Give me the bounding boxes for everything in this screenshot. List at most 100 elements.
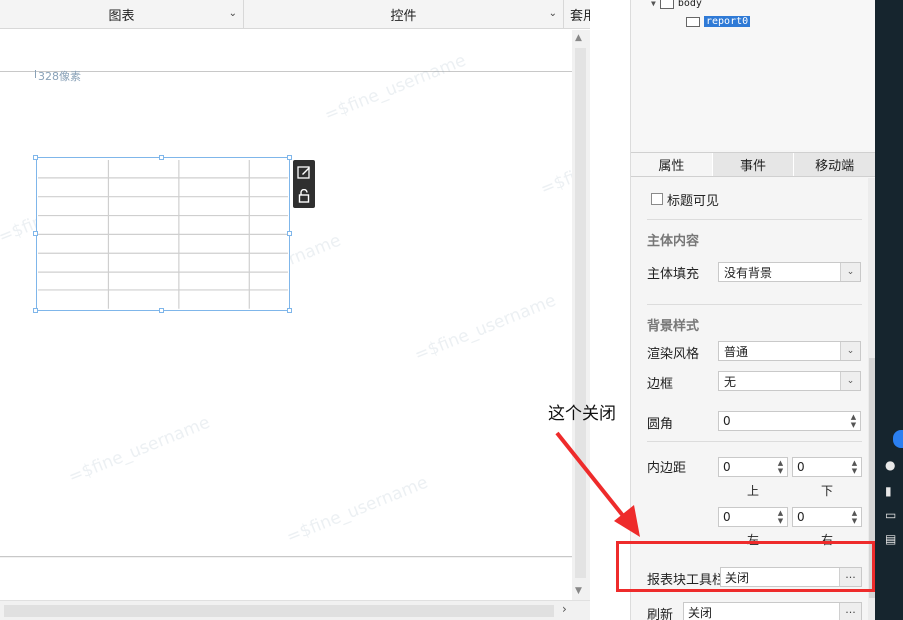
app-icon[interactable]: [893, 430, 903, 448]
resize-handle[interactable]: [33, 155, 38, 160]
chevron-down-icon: ⌄: [228, 8, 237, 19]
tab-mobile-label: 移动端: [815, 159, 855, 174]
border-label: 边框: [647, 377, 674, 392]
tree-node-report0-label: report0: [704, 16, 751, 27]
tab-properties[interactable]: 属性: [631, 153, 713, 176]
divider: [647, 304, 862, 305]
tree-node-body[interactable]: ▼ body: [651, 0, 702, 9]
scroll-down-icon[interactable]: ▼: [575, 586, 582, 596]
unlock-icon[interactable]: [293, 184, 315, 208]
refresh-label: 刷新: [647, 608, 674, 620]
widget-tree: ▼ body report0: [631, 0, 876, 150]
system-taskbar: ● ▮ ▭ ▤: [875, 0, 903, 620]
tree-node-report0[interactable]: report0: [686, 16, 751, 27]
tab-events-label: 事件: [740, 159, 767, 174]
resize-handle[interactable]: [287, 231, 292, 236]
padding-bottom-value: 0: [797, 460, 805, 474]
padding-label: 内边距: [647, 461, 687, 476]
main-fill-value: 没有背景: [724, 265, 773, 280]
report-block[interactable]: [36, 157, 290, 311]
tree-node-body-label: body: [677, 0, 702, 9]
collapse-icon: ▼: [651, 0, 656, 8]
padding-left-spinner[interactable]: 0 ▲ ▼: [718, 507, 788, 527]
scrollbar-thumb[interactable]: [4, 605, 554, 617]
canvas-bottom-area: [0, 558, 572, 600]
widget-toolbar: [293, 160, 315, 208]
resize-handle[interactable]: [33, 231, 38, 236]
chevron-down-icon: ⌄: [548, 8, 557, 19]
padding-top-value: 0: [723, 460, 731, 474]
render-style-label: 渲染风格: [647, 347, 700, 362]
resize-handle[interactable]: [159, 155, 164, 160]
annotation-highlight-box: [616, 541, 875, 592]
size-ruler-tick: [35, 70, 36, 78]
canvas-top-area: [0, 30, 572, 71]
annotation-text: 这个关闭: [548, 404, 616, 424]
padding-top-label: 上: [747, 484, 760, 498]
bg-style-title: 背景样式: [647, 319, 700, 334]
tab-chart-label: 图表: [108, 9, 135, 24]
device-icon[interactable]: ▮: [885, 484, 892, 498]
main-content-title: 主体内容: [647, 234, 700, 249]
spinner-arrows-icon[interactable]: ▲ ▼: [775, 509, 786, 525]
title-visible-label: 标题可见: [667, 194, 720, 209]
edit-icon[interactable]: [293, 160, 315, 184]
report-grid: [38, 160, 288, 309]
divider: [647, 441, 862, 442]
canvas-vertical-scrollbar[interactable]: ▲ ▼: [572, 30, 590, 600]
divider: [647, 219, 862, 220]
chevron-down-icon[interactable]: ⌄: [840, 263, 860, 281]
main-fill-label: 主体填充: [647, 267, 700, 282]
padding-right-spinner[interactable]: 0 ▲ ▼: [792, 507, 862, 527]
report-icon: [686, 16, 700, 27]
tab-events[interactable]: 事件: [713, 153, 795, 176]
padding-top-spinner[interactable]: 0 ▲ ▼: [718, 457, 788, 477]
scrollbar-thumb[interactable]: [575, 48, 586, 578]
tab-chart[interactable]: 图表 ⌄: [0, 0, 244, 29]
form-icon: [659, 0, 674, 9]
radius-spinner[interactable]: 0 ▲ ▼: [718, 411, 861, 431]
network-icon[interactable]: ●: [885, 458, 895, 472]
refresh-field[interactable]: 关闭 ···: [683, 602, 862, 620]
spinner-arrows-icon[interactable]: ▲ ▼: [848, 413, 859, 429]
battery-icon[interactable]: ▭: [885, 508, 896, 522]
property-tabs: 属性 事件 移动端: [631, 152, 877, 177]
canvas-horizontal-scrollbar[interactable]: ›: [0, 600, 590, 620]
radius-label: 圆角: [647, 417, 674, 432]
refresh-value: 关闭: [688, 605, 713, 620]
scroll-up-icon[interactable]: ▲: [575, 33, 582, 43]
right-panel: ▼ body report0 属性 事件 移动端 标题可见 主体内容 主体填充 …: [630, 0, 877, 620]
padding-left-value: 0: [723, 510, 731, 524]
more-button[interactable]: ···: [839, 603, 861, 620]
border-select[interactable]: 无 ⌄: [718, 371, 861, 391]
resize-handle[interactable]: [287, 308, 292, 313]
tab-widget-label: 控件: [390, 9, 417, 24]
tab-properties-label: 属性: [658, 159, 685, 174]
tab-widget[interactable]: 控件 ⌄: [244, 0, 564, 29]
top-tab-bar: 图表 ⌄ 控件 ⌄ 套用: [0, 0, 596, 29]
resize-handle[interactable]: [159, 308, 164, 313]
title-visible-checkbox[interactable]: [651, 193, 663, 205]
monitor-icon[interactable]: ▤: [885, 532, 896, 546]
spinner-arrows-icon[interactable]: ▲ ▼: [849, 509, 860, 525]
border-value: 无: [724, 374, 737, 389]
render-style-value: 普通: [724, 344, 749, 359]
canvas-page[interactable]: [0, 71, 572, 557]
resize-handle[interactable]: [33, 308, 38, 313]
render-style-select[interactable]: 普通 ⌄: [718, 341, 861, 361]
resize-handle[interactable]: [287, 155, 292, 160]
chevron-down-icon[interactable]: ⌄: [840, 372, 860, 390]
tab-mobile[interactable]: 移动端: [794, 153, 877, 176]
size-label: 328像素: [38, 70, 81, 83]
design-canvas[interactable]: [0, 30, 572, 600]
chevron-down-icon[interactable]: ⌄: [840, 342, 860, 360]
padding-bottom-spinner[interactable]: 0 ▲ ▼: [792, 457, 862, 477]
scroll-right-icon[interactable]: ›: [562, 602, 567, 616]
radius-value: 0: [723, 414, 731, 428]
spinner-arrows-icon[interactable]: ▲ ▼: [775, 459, 786, 475]
padding-bottom-label: 下: [821, 484, 834, 498]
spinner-arrows-icon[interactable]: ▲ ▼: [849, 459, 860, 475]
panel-gap: [590, 0, 630, 620]
main-fill-select[interactable]: 没有背景 ⌄: [718, 262, 861, 282]
padding-right-value: 0: [797, 510, 805, 524]
